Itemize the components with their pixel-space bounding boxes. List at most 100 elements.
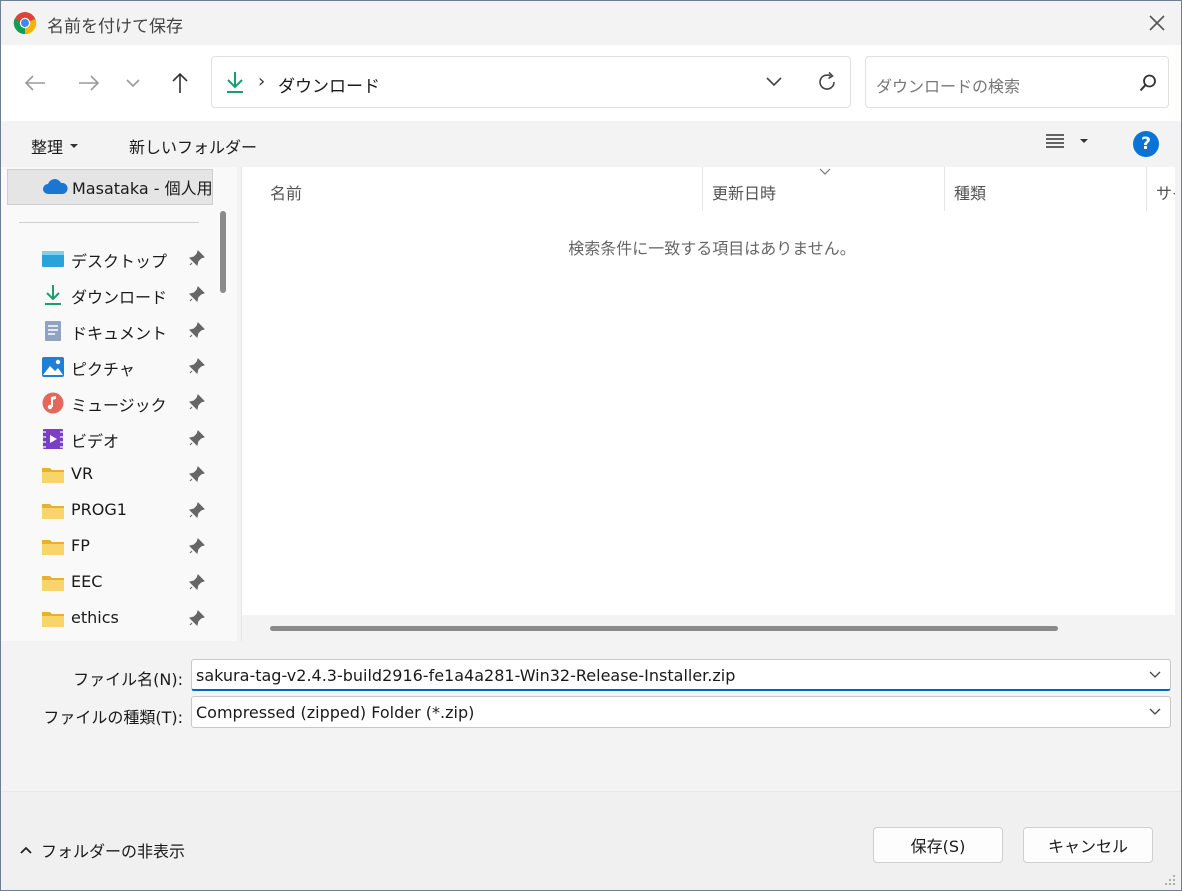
chevron-down-icon[interactable]	[764, 71, 784, 91]
document-icon	[45, 321, 61, 341]
nav-item-label: ドキュメント	[71, 324, 168, 343]
nav-item-documents[interactable]: ドキュメント	[1, 313, 213, 347]
pin-icon[interactable]	[189, 250, 205, 266]
filetype-select[interactable]: Compressed (zipped) Folder (*.zip)	[191, 696, 1171, 728]
nav-item-music[interactable]: ミュージック	[1, 385, 213, 419]
nav-item-downloads[interactable]: ダウンロード	[1, 277, 213, 311]
up-button[interactable]	[164, 67, 196, 99]
filetype-selected-value: Compressed (zipped) Folder (*.zip)	[196, 703, 475, 722]
refresh-icon[interactable]	[815, 70, 839, 94]
music-icon	[42, 392, 64, 414]
breadcrumb-current[interactable]: ダウンロード	[278, 72, 380, 97]
nav-item-folder-fp[interactable]: FP	[1, 529, 213, 563]
filename-input[interactable]: sakura-tag-v2.4.3-build2916-fe1a4a281-Wi…	[196, 666, 735, 685]
nav-item-label: ビデオ	[71, 432, 120, 451]
chrome-logo-icon	[13, 12, 37, 35]
chevron-up-icon	[20, 846, 32, 854]
nav-item-label: ピクチャ	[71, 360, 135, 379]
save-as-dialog: 名前を付けて保存 › ダウンロード ダウンロードの検索 整理 新しいフォルダー …	[0, 0, 1182, 891]
navigation-bar: › ダウンロード ダウンロードの検索	[1, 45, 1181, 121]
pane-edge	[1175, 121, 1181, 641]
navigation-pane: Masataka - 個人用 デスクトップ ダウンロード ドキュメント ピクチャ…	[1, 167, 213, 641]
pin-icon[interactable]	[189, 538, 205, 554]
nav-item-desktop[interactable]: デスクトップ	[1, 241, 213, 275]
pin-icon[interactable]	[189, 502, 205, 518]
search-box[interactable]: ダウンロードの検索	[865, 56, 1169, 108]
pin-icon[interactable]	[189, 466, 205, 482]
pictures-icon	[42, 357, 64, 377]
forward-button[interactable]	[73, 67, 105, 99]
nav-item-videos[interactable]: ビデオ	[1, 421, 213, 455]
filetype-label: ファイルの種類(T):	[43, 708, 183, 727]
nav-item-folder-ethics[interactable]: ethics	[1, 601, 213, 635]
column-header-modified[interactable]: 更新日時	[702, 167, 944, 211]
nav-item-label: デスクトップ	[71, 252, 168, 271]
filename-label: ファイル名(N):	[73, 670, 183, 689]
arrow-up-icon	[172, 72, 188, 93]
hide-folders-toggle[interactable]: フォルダーの非表示	[19, 838, 185, 862]
nav-item-label: PROG1	[71, 500, 127, 519]
column-header-name[interactable]: 名前	[242, 167, 702, 211]
nav-item-folder-prog1[interactable]: PROG1	[1, 493, 213, 527]
dialog-footer: フォルダーの非表示 保存(S) キャンセル	[1, 791, 1181, 890]
title-bar: 名前を付けて保存	[1, 1, 1181, 45]
cancel-button[interactable]: キャンセル	[1023, 827, 1153, 863]
window-title: 名前を付けて保存	[47, 17, 183, 37]
save-button[interactable]: 保存(S)	[873, 827, 1003, 863]
nav-item-folder-vr[interactable]: VR	[1, 457, 213, 491]
nav-divider	[19, 222, 199, 223]
caret-down-icon	[70, 144, 79, 148]
pin-icon[interactable]	[189, 322, 205, 338]
breadcrumb-separator: ›	[258, 71, 266, 92]
folder-icon	[42, 612, 64, 627]
download-icon	[227, 72, 243, 93]
back-button[interactable]	[19, 67, 51, 99]
filename-field[interactable]: sakura-tag-v2.4.3-build2916-fe1a4a281-Wi…	[191, 659, 1171, 691]
pin-icon[interactable]	[189, 358, 205, 374]
search-input[interactable]: ダウンロードの検索	[876, 73, 1020, 97]
hide-folders-label: フォルダーの非表示	[41, 842, 186, 861]
folder-icon	[42, 576, 64, 591]
column-header-label: 種類	[954, 184, 987, 203]
resize-grip-icon[interactable]	[1163, 873, 1177, 887]
arrow-left-icon	[24, 75, 45, 91]
folder-icon	[42, 468, 64, 483]
organize-label: 整理	[31, 138, 64, 157]
column-header-label: 名前	[270, 184, 303, 203]
help-button[interactable]: ?	[1133, 131, 1159, 157]
nav-scrollbar-thumb[interactable]	[220, 211, 226, 293]
view-options-button[interactable]	[1045, 133, 1089, 149]
nav-item-label: ethics	[71, 608, 119, 627]
nav-item-label: Masataka - 個人用	[72, 179, 213, 198]
caret-down-icon	[1080, 139, 1088, 143]
download-icon	[45, 285, 61, 305]
pin-icon[interactable]	[189, 610, 205, 626]
pin-icon[interactable]	[189, 286, 205, 302]
nav-item-folder-eec[interactable]: EEC	[1, 565, 213, 599]
chevron-down-icon[interactable]	[1148, 670, 1162, 680]
horizontal-scrollbar-track[interactable]	[242, 615, 1181, 641]
nav-item-label: EEC	[71, 572, 103, 591]
pin-icon[interactable]	[189, 430, 205, 446]
horizontal-scrollbar-thumb[interactable]	[270, 626, 1058, 631]
save-options-area: ファイル名(N): sakura-tag-v2.4.3-build2916-fe…	[1, 641, 1181, 890]
close-icon	[1149, 15, 1165, 31]
pin-icon[interactable]	[189, 574, 205, 590]
pin-icon[interactable]	[189, 394, 205, 410]
nav-item-label: ミュージック	[71, 396, 167, 415]
folder-icon	[42, 504, 64, 519]
nav-item-onedrive[interactable]: Masataka - 個人用	[7, 169, 213, 205]
organize-button[interactable]: 整理	[31, 134, 79, 158]
chevron-down-icon[interactable]	[1148, 707, 1162, 717]
nav-item-label: VR	[71, 464, 94, 483]
new-folder-button[interactable]: 新しいフォルダー	[129, 134, 257, 158]
empty-folder-message: 検索条件に一致する項目はありません。	[568, 239, 856, 258]
recent-locations-button[interactable]	[117, 67, 149, 99]
search-icon[interactable]	[1138, 73, 1158, 93]
nav-item-pictures[interactable]: ピクチャ	[1, 349, 213, 383]
address-bar[interactable]: › ダウンロード	[211, 56, 851, 108]
close-button[interactable]	[1141, 7, 1173, 39]
column-header-type[interactable]: 種類	[944, 167, 1146, 211]
nav-item-label: ダウンロード	[71, 288, 168, 307]
arrow-right-icon	[79, 75, 100, 91]
